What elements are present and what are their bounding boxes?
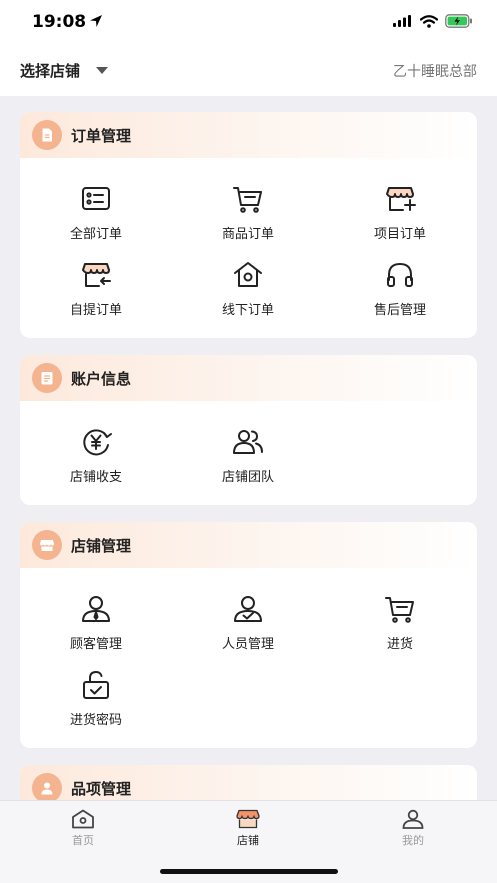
item-label: 商品订单 [221,227,274,242]
section-title: 账户信息 [71,369,132,388]
item-label: 线下订单 [221,303,274,318]
staff-check-icon [234,596,262,622]
tab-label: 首页 [72,834,94,847]
project-orders-item[interactable]: 项目订单 [324,172,476,248]
section-header: 账户信息 [20,355,477,401]
section-title: 品项管理 [71,779,132,798]
notepad-icon [32,363,62,393]
item-label: 售后管理 [373,303,426,318]
customer-icon [82,596,110,622]
person-icon [32,773,62,803]
top-bar: 选择店铺 乙十睡眠总部 [0,46,497,96]
tab-profile[interactable]: 我的 [373,809,453,848]
purchase-cart-icon [385,597,414,623]
pickup-orders-item[interactable]: 自提订单 [20,248,172,324]
tab-home[interactable]: 首页 [43,809,123,848]
staff-management-item[interactable]: 人员管理 [172,582,324,658]
purchase-password-item[interactable]: 进货密码 [20,658,172,734]
battery-charging-icon [445,14,472,28]
store-add-icon [386,187,416,211]
item-label: 自提订单 [69,303,122,318]
location-arrow-icon [90,15,102,27]
section-grid: 店铺收支 店铺团队 [20,401,477,491]
document-icon [32,120,62,150]
all-orders-item[interactable]: 全部订单 [20,172,172,248]
order-list-icon [82,187,110,210]
store-finance-item[interactable]: 店铺收支 [20,415,172,491]
section-grid: 顾客管理 人员管理 进货 进货密码 [20,568,477,734]
cellular-signal-icon [393,15,411,27]
item-label: 进货密码 [69,713,122,728]
store-active-icon [236,809,260,829]
tab-label: 我的 [402,834,424,847]
headphones-icon [387,263,413,287]
caret-down-icon [96,67,109,74]
section-order-management: 订单管理 全部订单 商品订单 项目订单 自提订单 线下订单 售后管理 [20,112,477,338]
unlocked-padlock-icon [83,671,109,699]
home-indicator [160,869,338,874]
section-title: 订单管理 [71,126,132,145]
item-label: 项目订单 [373,227,426,242]
status-time: 19:08 [32,12,87,32]
item-label: 全部订单 [69,227,122,242]
section-account-info: 账户信息 店铺收支 店铺团队 [20,355,477,505]
shopping-cart-icon [233,187,262,213]
tab-store[interactable]: 店铺 [208,809,288,848]
section-grid: 全部订单 商品订单 项目订单 自提订单 线下订单 售后管理 [20,158,477,324]
item-label: 店铺团队 [221,470,274,485]
item-label: 进货 [386,637,413,652]
item-label: 人员管理 [221,637,274,652]
profile-icon [402,809,424,829]
item-label: 顾客管理 [69,637,122,652]
store-team-item[interactable]: 店铺团队 [172,415,324,491]
house-icon [234,262,262,287]
team-icon [233,430,263,454]
home-icon [72,809,94,829]
tab-label: 店铺 [237,834,259,847]
status-indicators [393,14,473,28]
yuan-cycle-icon [83,429,112,456]
after-sales-item[interactable]: 售后管理 [324,248,476,324]
current-store-name: 乙十睡眠总部 [393,64,477,80]
section-store-management: 店铺管理 顾客管理 人员管理 进货 进货密码 [20,522,477,748]
item-label: 店铺收支 [69,470,122,485]
status-bar: 19:08 [0,0,497,46]
purchase-item[interactable]: 进货 [324,582,476,658]
offline-orders-item[interactable]: 线下订单 [172,248,324,324]
store-select-dropdown[interactable]: 选择店铺 [20,60,109,81]
store-icon [32,530,62,560]
customer-management-item[interactable]: 顾客管理 [20,582,172,658]
section-title: 店铺管理 [71,536,132,555]
store-select-label: 选择店铺 [20,62,81,80]
product-orders-item[interactable]: 商品订单 [172,172,324,248]
wifi-icon [420,14,438,28]
section-header: 订单管理 [20,112,477,158]
store-pickup-icon [82,263,111,287]
section-header: 店铺管理 [20,522,477,568]
